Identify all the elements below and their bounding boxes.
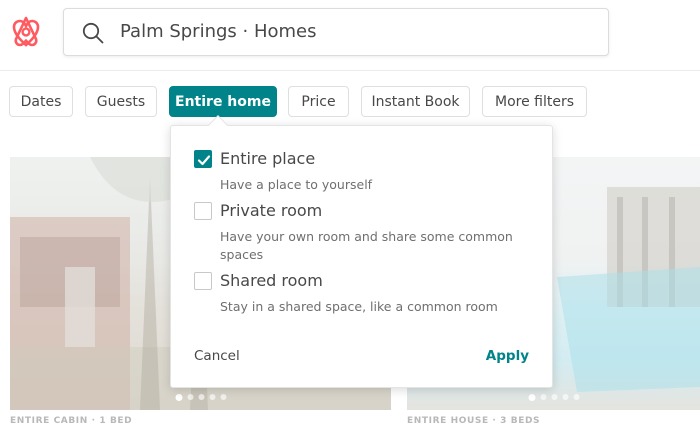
photo-carousel-dots xyxy=(528,394,579,401)
carousel-dot[interactable] xyxy=(175,394,182,401)
header-bar: Palm Springs · Homes xyxy=(0,0,700,71)
room-type-dropdown: Entire place Have a place to yourself Pr… xyxy=(170,115,553,388)
search-bar[interactable]: Palm Springs · Homes xyxy=(63,8,609,56)
photo-carousel-dots xyxy=(175,394,226,401)
airbnb-logo-icon[interactable] xyxy=(10,15,42,49)
option-description: Have your own room and share some common… xyxy=(220,229,513,262)
option-description: Stay in a shared space, like a common ro… xyxy=(220,299,498,314)
search-icon xyxy=(82,22,104,44)
option-label: Private room xyxy=(220,201,323,220)
filter-price-button[interactable]: Price xyxy=(288,86,349,117)
filter-guests-button[interactable]: Guests xyxy=(85,86,157,117)
filter-room-type-button[interactable]: Entire home xyxy=(169,86,277,117)
filter-instant-book-button[interactable]: Instant Book xyxy=(361,86,470,117)
more-filters-button[interactable]: More filters xyxy=(482,86,587,117)
carousel-dot[interactable] xyxy=(551,394,557,400)
option-label: Shared room xyxy=(220,271,323,290)
carousel-dot[interactable] xyxy=(220,394,226,400)
option-description: Have a place to yourself xyxy=(220,177,373,192)
entire-place-checkbox[interactable] xyxy=(194,150,212,168)
carousel-dot[interactable] xyxy=(187,394,193,400)
carousel-dot[interactable] xyxy=(562,394,568,400)
option-label: Entire place xyxy=(220,149,316,168)
carousel-dot[interactable] xyxy=(198,394,204,400)
carousel-dot[interactable] xyxy=(540,394,546,400)
checkmark-icon xyxy=(197,155,211,166)
shared-room-checkbox[interactable] xyxy=(194,272,212,290)
carousel-dot[interactable] xyxy=(573,394,579,400)
listing-type-label: ENTIRE HOUSE · 3 BEDS xyxy=(407,416,541,424)
cancel-button[interactable]: Cancel xyxy=(194,348,240,364)
filter-bar: Dates Guests Entire home Price Instant B… xyxy=(0,71,700,131)
private-room-checkbox[interactable] xyxy=(194,202,212,220)
carousel-dot[interactable] xyxy=(528,394,535,401)
carousel-dot[interactable] xyxy=(209,394,215,400)
listing-type-label: ENTIRE CABIN · 1 BED xyxy=(10,416,133,424)
filter-dates-button[interactable]: Dates xyxy=(9,86,73,117)
search-input[interactable]: Palm Springs · Homes xyxy=(120,21,317,42)
apply-button[interactable]: Apply xyxy=(486,348,529,364)
